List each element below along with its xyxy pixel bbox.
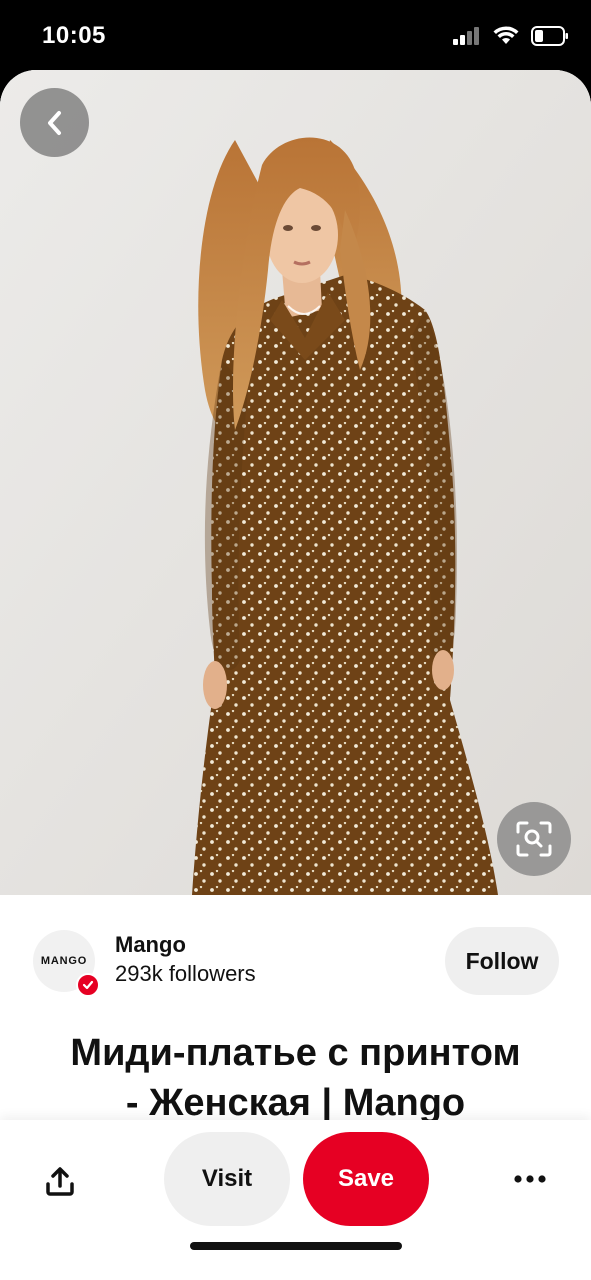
follow-button[interactable]: Follow xyxy=(445,927,559,995)
avatar-logo-text: MANGO xyxy=(40,955,88,967)
checkmark-icon xyxy=(82,980,94,990)
creator-name[interactable]: Mango xyxy=(115,932,186,958)
pin-image[interactable] xyxy=(0,70,591,895)
creator-followers: 293k followers xyxy=(115,961,256,986)
more-icon xyxy=(514,1175,546,1183)
signal-icon xyxy=(453,27,479,45)
visit-button[interactable]: Visit xyxy=(164,1132,290,1226)
pin-title: Миди-платье с принтом - Женская | Mango xyxy=(70,1032,521,1124)
visual-search-button[interactable] xyxy=(497,802,571,876)
pin-screen: MANGO Mango 293k followers Follow Миди-п… xyxy=(0,70,591,1280)
share-button[interactable] xyxy=(40,1162,80,1202)
creator-section: MANGO Mango 293k followers Follow xyxy=(0,895,591,1015)
share-icon xyxy=(46,1167,74,1196)
visual-search-icon xyxy=(516,821,552,857)
action-bar: Visit Save xyxy=(0,1120,591,1280)
wifi-icon xyxy=(493,26,519,44)
verified-badge xyxy=(76,973,100,997)
status-bar: 10:05 xyxy=(0,0,591,70)
home-indicator xyxy=(190,1242,402,1250)
chevron-left-icon xyxy=(47,110,61,135)
battery-icon xyxy=(531,26,568,46)
back-button[interactable] xyxy=(20,88,89,157)
save-button[interactable]: Save xyxy=(303,1132,429,1226)
more-button[interactable] xyxy=(505,1164,555,1194)
status-time: 10:05 xyxy=(42,22,106,49)
status-icons xyxy=(453,24,569,48)
dress-photo xyxy=(0,70,591,895)
